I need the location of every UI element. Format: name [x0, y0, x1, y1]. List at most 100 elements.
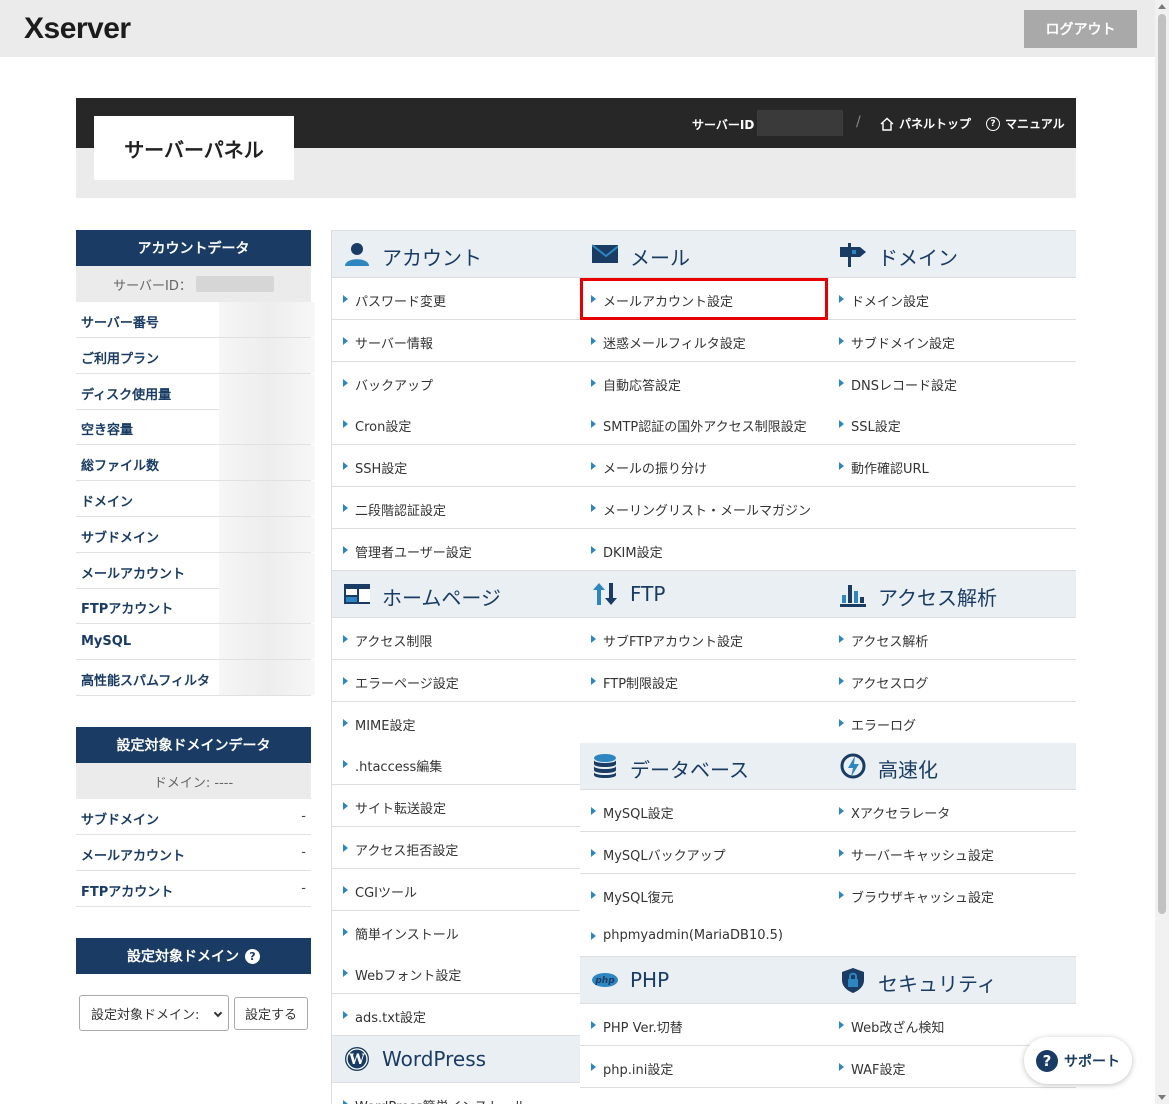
account-row: FTPアカウント [76, 588, 315, 625]
logout-button[interactable]: ログアウト [1024, 10, 1137, 48]
account-row: 空き容量 [76, 409, 315, 446]
menu-item-speed[interactable]: サーバーキャッシュ設定 [828, 831, 1076, 874]
menu-item-domain[interactable]: ドメイン設定 [828, 278, 1076, 320]
menu-item-account[interactable]: パスワード変更 [332, 278, 580, 320]
menu-item-account[interactable]: 二段階認証設定 [332, 487, 580, 529]
menu-item-label: WordPress簡単インストール [355, 1096, 526, 1104]
support-button[interactable]: ? サポート [1024, 1037, 1132, 1084]
menu-item-homepage[interactable]: エラーページ設定 [332, 659, 580, 702]
svg-text:php: php [594, 976, 615, 986]
menu-item-speed[interactable]: ブラウザキャッシュ設定 [828, 873, 1076, 916]
menu-item-account[interactable]: 管理者ユーザー設定 [332, 528, 580, 571]
menu-item-homepage[interactable]: CGIツール [332, 868, 580, 911]
menu-item-label: MIME設定 [355, 718, 416, 734]
help-icon[interactable]: ? [245, 948, 260, 964]
menu-item-domain[interactable]: 動作確認URL [828, 445, 1076, 488]
menu-item-mail[interactable]: メールの振り分け [580, 445, 828, 488]
category-title: WordPress [382, 1047, 487, 1071]
menu-item-database[interactable]: MySQLバックアップ [580, 831, 828, 874]
menu-item-homepage[interactable]: アクセス制限 [332, 618, 580, 660]
menu-item-database[interactable]: MySQL設定 [580, 790, 828, 832]
menu-item-ftp[interactable]: FTP制限設定 [580, 659, 828, 702]
menu-item-homepage[interactable]: .htaccess編集 [332, 743, 580, 786]
menu-item-mail[interactable]: 自動応答設定 [580, 361, 828, 404]
select-value: 設定対象ドメイン: [91, 1007, 200, 1023]
menu-item-php[interactable]: PHP Ver.切替 [580, 1004, 828, 1046]
menu-item-speed[interactable]: Xアクセラレータ [828, 790, 1076, 832]
menu-item-analytics[interactable]: エラーログ [828, 701, 1076, 744]
account-row-value-redacted [219, 337, 315, 373]
menu-item-account[interactable]: バックアップ [332, 361, 580, 404]
manual-link[interactable]: ? マニュアル [986, 115, 1065, 132]
category-title: データベース [630, 758, 749, 782]
menu-item-label: Cron設定 [355, 420, 412, 436]
bullet-arrow-icon [343, 927, 348, 936]
bullet-arrow-icon [343, 718, 348, 727]
category-ftp: FTP [580, 571, 828, 618]
account-row-label: 総ファイル数 [81, 459, 160, 475]
set-domain-button[interactable]: 設定する [234, 997, 308, 1030]
menu-item-homepage[interactable]: 簡単インストール [332, 910, 580, 953]
database-icon [592, 753, 618, 779]
bullet-arrow-icon [839, 378, 844, 387]
menu-item-homepage[interactable]: Webフォント設定 [332, 952, 580, 995]
empty-cell [580, 1087, 828, 1104]
menu-item-domain[interactable]: DNSレコード設定 [828, 361, 1076, 404]
menu-item-mail[interactable]: SMTP認証の国外アクセス制限設定 [580, 403, 828, 446]
menu-item-homepage[interactable]: サイト転送設定 [332, 785, 580, 828]
menu-item-ftp[interactable]: サブFTPアカウント設定 [580, 618, 828, 660]
account-icon [344, 241, 370, 267]
target-domain-title: 設定対象ドメイン [127, 949, 239, 965]
home-icon [880, 117, 894, 131]
menu-item-mail[interactable]: メールアカウント設定 [580, 278, 828, 320]
menu-item-domain[interactable]: SSL設定 [828, 403, 1076, 446]
menu-item-database[interactable]: MySQL復元 [580, 873, 828, 916]
bullet-arrow-icon [591, 504, 596, 512]
panel-top-link[interactable]: パネルトップ [880, 115, 971, 132]
xserver-logo[interactable]: Xserver [24, 12, 131, 46]
menu-item-label: phpmyadmin(MariaDB10.5) [603, 928, 783, 944]
menu-item-account[interactable]: サーバー情報 [332, 319, 580, 362]
menu-item-homepage[interactable]: アクセス拒否設定 [332, 827, 580, 869]
empty-cell [828, 487, 1076, 529]
bullet-arrow-icon [343, 545, 348, 554]
vertical-scrollbar[interactable] [1155, 0, 1169, 1104]
menu-item-analytics[interactable]: アクセスログ [828, 659, 1076, 702]
empty-cell [828, 915, 1076, 958]
menu-item-label: MySQL復元 [603, 890, 674, 906]
menu-item-label: SMTP認証の国外アクセス制限設定 [603, 420, 807, 436]
scrollbar-thumb[interactable] [1158, 14, 1166, 914]
scroll-down-icon[interactable] [1158, 1095, 1166, 1100]
menu-item-label: 簡単インストール [355, 927, 459, 943]
account-row-label: ご利用プラン [81, 351, 160, 367]
menu-item-label: ads.txt設定 [355, 1011, 427, 1027]
scroll-up-icon[interactable] [1158, 4, 1166, 9]
menu-item-account[interactable]: Cron設定 [332, 403, 580, 446]
account-row-value-redacted [219, 373, 315, 409]
category-homepage: ホームページ [332, 571, 580, 618]
menu-item-analytics[interactable]: アクセス解析 [828, 618, 1076, 660]
target-domain-select[interactable]: 設定対象ドメイン: [79, 995, 229, 1031]
top-bar: Xserver ログアウト [0, 0, 1155, 57]
category-title: メール [630, 246, 690, 270]
bullet-arrow-icon [343, 1100, 348, 1104]
bullet-arrow-icon [839, 848, 844, 857]
bullet-arrow-icon [591, 635, 596, 643]
menu-item-mail[interactable]: メーリングリスト・メールマガジン [580, 487, 828, 529]
menu-item-wordpress[interactable]: WordPress簡単インストール [332, 1083, 580, 1104]
menu-item-domain[interactable]: サブドメイン設定 [828, 319, 1076, 362]
menu-item-label: WAF設定 [851, 1062, 906, 1078]
menu-item-account[interactable]: SSH設定 [332, 445, 580, 488]
menu-item-label: 自動応答設定 [603, 378, 682, 394]
bullet-arrow-icon [839, 1021, 844, 1029]
menu-item-homepage[interactable]: ads.txt設定 [332, 994, 580, 1037]
chevron-down-icon [213, 1008, 223, 1018]
menu-item-php[interactable]: php.ini設定 [580, 1045, 828, 1088]
menu-item-database[interactable]: phpmyadmin(MariaDB10.5) [580, 915, 828, 958]
menu-item-mail[interactable]: DKIM設定 [580, 528, 828, 571]
menu-item-mail[interactable]: 迷惑メールフィルタ設定 [580, 319, 828, 362]
menu-item-label: FTP制限設定 [603, 676, 679, 692]
account-row: MySQL [76, 624, 315, 661]
menu-item-label: アクセス制限 [355, 635, 433, 650]
menu-item-homepage[interactable]: MIME設定 [332, 701, 580, 744]
